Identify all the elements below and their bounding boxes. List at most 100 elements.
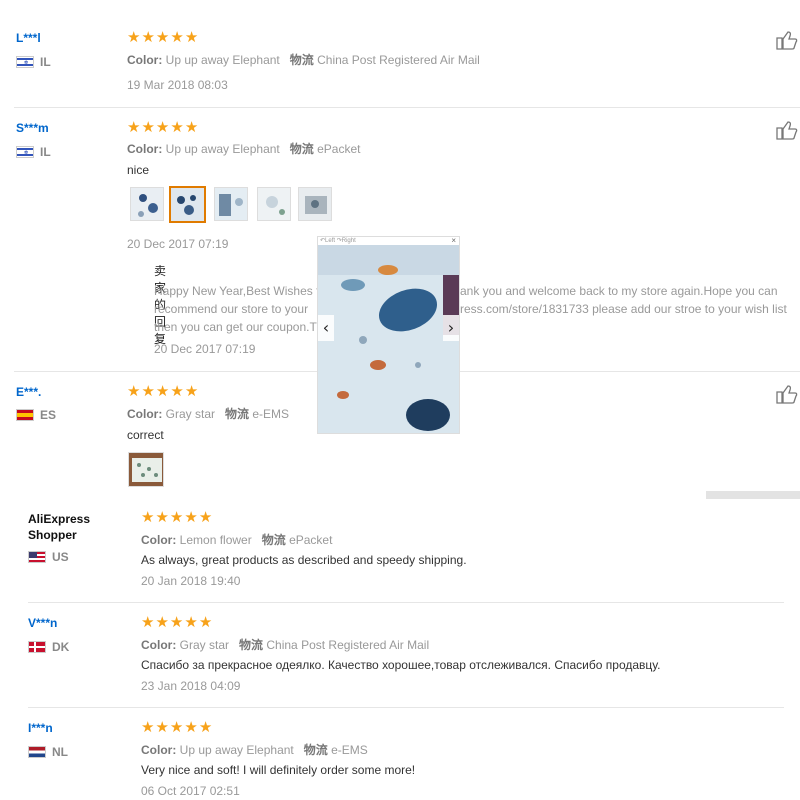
shipping-label: 物流 xyxy=(289,53,314,67)
review-attributes: Color: Up up away Elephant 物流 ePacket xyxy=(127,140,360,157)
user-name[interactable]: L***l xyxy=(16,31,41,45)
star-icon: ★ xyxy=(184,118,199,136)
thumbs-up-icon[interactable] xyxy=(776,30,800,50)
user-country: ✡ IL xyxy=(16,145,51,159)
close-icon[interactable]: × xyxy=(451,236,456,245)
reply-line: ank you and welcome back to my store aga… xyxy=(460,284,778,298)
flag-es-icon xyxy=(16,409,34,421)
star-icon: ★ xyxy=(184,508,198,526)
divider xyxy=(28,707,784,708)
divider xyxy=(28,602,784,603)
reply-line: ress.com/store/1831733 please add our st… xyxy=(460,302,787,316)
review-photo-thumbnail[interactable] xyxy=(214,187,248,221)
star-icon: ★ xyxy=(127,382,141,400)
shipping-value: China Post Registered Air Mail xyxy=(317,53,480,67)
star-rating: ★ ★ ★ ★ ★ xyxy=(127,30,198,45)
flag-dk-icon xyxy=(28,641,46,653)
star-icon: ★ xyxy=(198,508,213,526)
star-icon: ★ xyxy=(155,28,170,46)
star-icon: ★ xyxy=(184,382,199,400)
user-name[interactable]: V***n xyxy=(28,616,57,630)
shipping-label: 物流 xyxy=(303,743,328,757)
prev-photo-button[interactable]: ‹ xyxy=(318,315,334,341)
review-photo-thumbnail[interactable] xyxy=(130,187,164,221)
flag-il-icon: ✡ xyxy=(16,56,34,68)
shipping-value: ePacket xyxy=(289,533,333,547)
shipping-value: ePacket xyxy=(317,142,361,156)
review-photo-thumbnail[interactable] xyxy=(128,452,164,487)
user-country: DK xyxy=(28,640,69,654)
star-rating: ★ ★ ★ ★ ★ xyxy=(141,720,212,735)
star-icon: ★ xyxy=(155,718,169,736)
review-date: 06 Oct 2017 02:51 xyxy=(141,784,240,798)
shipping-label: 物流 xyxy=(225,407,250,421)
star-rating: ★ ★ ★ ★ ★ xyxy=(127,384,198,399)
scroll-bar[interactable] xyxy=(706,491,800,499)
star-icon: ★ xyxy=(155,382,170,400)
review-date: 19 Mar 2018 08:03 xyxy=(127,78,228,92)
star-icon: ★ xyxy=(184,28,199,46)
review-date: 20 Dec 2017 07:19 xyxy=(127,237,229,251)
user-name[interactable]: I***n xyxy=(28,721,53,735)
shipping-label: 物流 xyxy=(239,638,264,652)
star-icon: ★ xyxy=(127,118,141,136)
user-country: NL xyxy=(28,745,68,759)
star-icon: ★ xyxy=(169,718,184,736)
color-label: Color: xyxy=(141,533,177,547)
color-value: Up up away Elephant xyxy=(179,743,294,757)
rotate-right-label[interactable]: Right xyxy=(342,238,356,244)
flag-us-icon xyxy=(28,551,46,563)
thumbs-up-icon[interactable] xyxy=(776,120,800,140)
user-name[interactable]: E***. xyxy=(16,385,41,399)
country-code: IL xyxy=(40,55,51,69)
thumbs-up-icon[interactable] xyxy=(776,384,800,404)
color-label: Color: xyxy=(127,53,163,67)
seller-reply-text-right: ank you and welcome back to my store aga… xyxy=(460,282,800,318)
color-value: Lemon flower xyxy=(179,533,252,547)
country-code: US xyxy=(52,550,69,564)
rotate-left-label[interactable]: Left xyxy=(325,238,335,244)
review-photo-thumbnail[interactable] xyxy=(298,187,332,221)
next-photo-button[interactable]: › xyxy=(443,315,459,341)
color-value: Up up away Elephant xyxy=(165,53,280,67)
review-text: As always, great products as described a… xyxy=(141,553,467,567)
review-photo-thumbnail[interactable] xyxy=(257,187,291,221)
review-text: Very nice and soft! I will definitely or… xyxy=(141,763,416,777)
shipping-label: 物流 xyxy=(261,533,286,547)
flag-nl-icon xyxy=(28,746,46,758)
star-icon: ★ xyxy=(184,613,198,631)
user-name: AliExpress Shopper xyxy=(28,512,91,542)
review-photo-thumbnail-selected[interactable] xyxy=(169,186,206,223)
country-code: DK xyxy=(52,640,70,654)
review-attributes: Color: Gray star 物流 China Post Registered… xyxy=(141,636,429,653)
shipping-value: e-EMS xyxy=(252,407,290,421)
country-code: IL xyxy=(40,145,51,159)
star-icon: ★ xyxy=(169,508,184,526)
star-icon: ★ xyxy=(169,613,184,631)
user-name[interactable]: S***m xyxy=(16,121,49,135)
star-icon: ★ xyxy=(170,382,184,400)
star-icon: ★ xyxy=(127,28,141,46)
country-code: ES xyxy=(40,408,57,422)
star-icon: ★ xyxy=(141,28,155,46)
shipping-value: China Post Registered Air Mail xyxy=(266,638,430,652)
reply-date: 20 Dec 2017 07:19 xyxy=(154,342,256,356)
star-icon: ★ xyxy=(170,118,184,136)
color-label: Color: xyxy=(127,407,163,421)
review-attributes: Color: Up up away Elephant 物流 China Post … xyxy=(127,51,480,68)
star-icon: ★ xyxy=(198,718,213,736)
star-rating: ★ ★ ★ ★ ★ xyxy=(141,615,212,630)
review-attributes: Color: Lemon flower 物流 ePacket xyxy=(141,531,332,548)
user-country: ✡ IL xyxy=(16,55,51,69)
photo-preview-popup: ↶Left ↷Right × ‹ › xyxy=(317,236,460,434)
review-date: 23 Jan 2018 04:09 xyxy=(141,679,241,693)
color-label: Color: xyxy=(141,743,177,757)
star-icon: ★ xyxy=(155,508,169,526)
star-icon: ★ xyxy=(155,613,169,631)
star-icon: ★ xyxy=(198,613,213,631)
popup-rotate-controls[interactable]: ↶Left ↷Right xyxy=(320,237,356,244)
star-icon: ★ xyxy=(155,118,170,136)
review-attributes: Color: Up up away Elephant 物流 e-EMS xyxy=(141,741,368,758)
star-icon: ★ xyxy=(141,613,155,631)
shipping-value: e-EMS xyxy=(331,743,368,757)
